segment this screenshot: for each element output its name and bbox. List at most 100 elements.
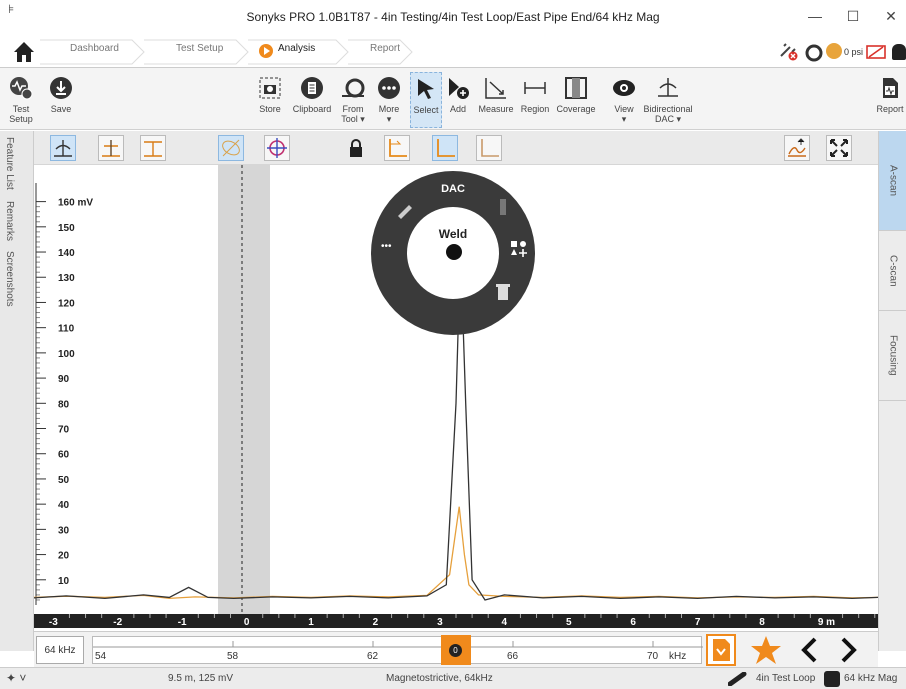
y-tick-label: 70: [58, 425, 70, 436]
tab-a-scan[interactable]: A-scan: [879, 131, 906, 231]
store-button[interactable]: Store: [254, 72, 286, 128]
x-tick-label: -2: [113, 617, 122, 628]
tab-screenshots[interactable]: Screenshots: [4, 251, 15, 307]
no-feature-button[interactable]: [218, 135, 244, 161]
previous-arrow-icon[interactable]: [796, 636, 824, 664]
home-icon[interactable]: [12, 40, 36, 64]
ring-dac-label[interactable]: DAC: [371, 183, 535, 195]
x-tick-label: -1: [178, 617, 187, 628]
bell-icon[interactable]: [892, 44, 906, 60]
y-tick-label: 120: [58, 298, 75, 309]
gate-region[interactable]: [218, 165, 270, 615]
frequency-slider-handle[interactable]: 0: [441, 635, 471, 665]
dac-icon: [658, 78, 678, 97]
x-tick-label: 0: [244, 617, 250, 628]
crumb-dashboard[interactable]: Dashboard: [70, 43, 119, 61]
report-button[interactable]: Report: [874, 72, 906, 128]
region-button[interactable]: Region: [518, 72, 552, 128]
test-setup-button[interactable]: Test Setup: [4, 72, 38, 128]
ring-edit-icon[interactable]: [395, 199, 415, 219]
crumb-report[interactable]: Report: [370, 43, 400, 61]
gauge-icon: [826, 43, 842, 59]
view-label: View ▾: [614, 104, 634, 124]
favorite-star-icon[interactable]: [750, 634, 782, 666]
add-icon: [449, 78, 469, 99]
tab-c-scan[interactable]: C-scan: [879, 231, 906, 311]
a-scan-plot[interactable]: 10 20 30 40 50 60 70 80 90 100 110 120 130 140 150 160 …: [34, 165, 878, 631]
ribbon-toolbar: Test Setup Save Store Clipboard From Too…: [0, 68, 906, 130]
disconnected-icon[interactable]: [778, 42, 800, 62]
close-button[interactable]: ✕: [876, 8, 906, 25]
coverage-button[interactable]: Coverage: [554, 72, 598, 128]
test-setup-icon: [10, 77, 33, 100]
export-doc-icon: [713, 639, 730, 661]
context-ring-menu: DAC Weld •••: [371, 171, 535, 335]
clipboard-icon: [301, 77, 323, 99]
ring-delete-icon[interactable]: [495, 283, 511, 301]
ring-move-icon[interactable]: [496, 197, 510, 217]
axis-corner-selected-icon: [437, 139, 455, 157]
axis-corner-button-3[interactable]: [476, 135, 502, 161]
pressure-readout: 0 psi: [844, 47, 864, 57]
crosshair-icon: [267, 138, 287, 158]
frequency-bar: 64 kHz 54 58 62 66 70 kHz 0: [34, 631, 878, 667]
autoscale-button[interactable]: [784, 135, 810, 161]
view-button[interactable]: View ▾: [610, 72, 638, 128]
y-tick-label: 90: [58, 374, 70, 385]
tab-remarks[interactable]: Remarks: [4, 201, 15, 241]
fullscreen-button[interactable]: [826, 135, 852, 161]
tab-feature-list[interactable]: Feature List: [4, 137, 15, 190]
y-tick-label: 150: [58, 223, 75, 234]
x-axis: -3 -2 -1 0 1 2 3 4 5 6 7 8 9 m: [34, 614, 878, 628]
axis-corner-button-2[interactable]: [432, 135, 458, 161]
right-side-tabs: A-scan C-scan Focusing: [878, 131, 906, 651]
freq-tick-70: 70: [647, 651, 659, 662]
export-button[interactable]: [706, 634, 736, 666]
crumb-analysis[interactable]: Analysis: [278, 43, 315, 61]
dac-flat-button[interactable]: [140, 135, 166, 161]
minimize-button[interactable]: —: [800, 8, 830, 24]
status-menu-icon[interactable]: ✦ ˅: [6, 671, 26, 685]
maximize-button[interactable]: ☐: [838, 8, 868, 25]
next-arrow-icon[interactable]: [834, 636, 862, 664]
x-tick-label: -3: [49, 617, 58, 628]
target-button[interactable]: [264, 135, 290, 161]
tab-focusing[interactable]: Focusing: [879, 311, 906, 401]
crumb-test-setup[interactable]: Test Setup: [176, 43, 223, 61]
from-tool-icon: [342, 78, 365, 98]
bidirectional-dac-button[interactable]: Bidirectional DAC ▾: [640, 72, 696, 128]
dac-both-button[interactable]: [50, 135, 76, 161]
save-button[interactable]: Save: [44, 72, 78, 128]
freq-tick-66: 66: [507, 651, 519, 662]
dac-up-button[interactable]: [98, 135, 124, 161]
from-tool-button[interactable]: From Tool ▾: [336, 72, 370, 128]
dac-flat-icon: [144, 141, 162, 157]
clipboard-button[interactable]: Clipboard: [290, 72, 334, 128]
ring-more-icon[interactable]: •••: [381, 241, 392, 252]
measure-button[interactable]: Measure: [476, 72, 516, 128]
sync-ring-icon[interactable]: [804, 43, 824, 63]
report-label: Report: [876, 104, 904, 114]
axis-corner-icon: [389, 139, 407, 157]
weld-marker[interactable]: [446, 244, 462, 260]
frequency-readout[interactable]: 64 kHz: [36, 636, 84, 664]
lock-icon[interactable]: [346, 138, 366, 158]
add-button[interactable]: Add: [444, 72, 472, 128]
y-tick-label: 140: [58, 248, 75, 259]
x-tick-label: 1: [308, 617, 314, 628]
frequency-scale[interactable]: 54 58 62 66 70 kHz 0: [92, 635, 703, 665]
y-tick-label: 80: [58, 399, 70, 410]
select-button[interactable]: Select: [410, 72, 442, 128]
axis-corner-button-1[interactable]: [384, 135, 410, 161]
more-icon: [378, 77, 400, 99]
coverage-icon: [565, 77, 587, 99]
more-button[interactable]: More ▾: [372, 72, 406, 128]
ring-shapes-icon[interactable]: [509, 239, 529, 259]
x-tick-label: 9 m: [818, 617, 835, 628]
x-tick-label: 4: [502, 617, 508, 628]
x-tick-label: 3: [437, 617, 443, 628]
freq-tick-62: 62: [367, 651, 379, 662]
freq-start: 54: [95, 651, 107, 662]
y-tick-label: 40: [58, 500, 70, 511]
frequency-ticks: [93, 641, 703, 648]
